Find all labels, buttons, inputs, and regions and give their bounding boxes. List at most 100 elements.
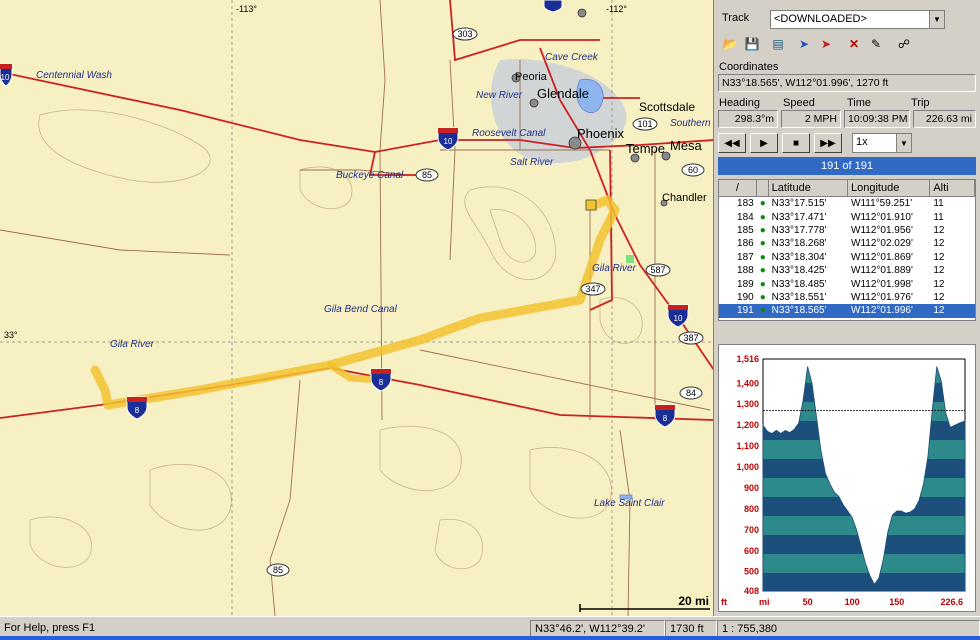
park-area [626, 255, 634, 263]
point-marker-icon: ● [759, 291, 766, 303]
row-latitude: N33°18.485' [771, 278, 827, 290]
row-longitude: W112°01.998' [851, 278, 913, 290]
point-marker-icon: ● [759, 265, 766, 277]
edit-icon[interactable]: ✎ [865, 34, 887, 54]
fast-forward-icon[interactable]: ▶▶ [814, 133, 842, 153]
row-altitude: 12 [933, 305, 945, 317]
latitude-label: 33° [4, 330, 18, 340]
x-tick-label: 100 [845, 597, 860, 607]
row-latitude: N33°17.778' [771, 224, 827, 236]
city-mesa: Mesa [670, 138, 702, 153]
rewind-icon[interactable]: ◀◀ [718, 133, 746, 153]
progress-bar: 191 of 191 [718, 157, 976, 175]
table-row[interactable]: 185 ● N33°17.778' W112°01.956' 12 [719, 224, 975, 237]
point-marker-icon: ● [759, 211, 766, 223]
table-row[interactable]: 189 ● N33°18.485' W112°01.998' 12 [719, 277, 975, 290]
row-index: 185 [737, 224, 754, 236]
progress-text: 191 of 191 [821, 160, 873, 172]
receive-icon[interactable]: ➤ [815, 34, 837, 54]
row-latitude: N33°18.551' [771, 291, 827, 303]
table-row[interactable]: 187 ● N33°18.304' W112°01.869' 12 [719, 251, 975, 264]
column-header-altitude[interactable]: Alti [930, 180, 975, 197]
row-longitude: W112°01.996' [851, 305, 913, 317]
y-tick-label: 800 [744, 504, 759, 514]
svg-text:10: 10 [444, 137, 453, 146]
table-row[interactable]: 183 ● N33°17.515' W111°59.251' 11 [719, 197, 975, 210]
trip-field: 226.63 mi [913, 110, 976, 128]
row-index: 184 [737, 211, 754, 223]
cursor-coordinates: N33°46.2', W112°39.2' [530, 620, 665, 637]
chevron-down-icon[interactable]: ▼ [929, 11, 944, 28]
svg-text:587: 587 [650, 265, 665, 275]
save-icon[interactable]: 💾 [741, 34, 763, 54]
x-tick-label: 50 [803, 597, 813, 607]
map-scale-ratio: 1 : 755,380 [717, 620, 980, 637]
svg-text:60: 60 [688, 165, 698, 175]
row-altitude: 12 [933, 238, 945, 250]
stop-icon[interactable]: ■ [782, 133, 810, 153]
coordinates-field: N33°18.565', W112°01.996', 1270 ft [718, 74, 976, 92]
row-altitude: 12 [933, 224, 945, 236]
y-tick-label: 900 [744, 483, 759, 493]
row-longitude: W112°01.956' [851, 224, 913, 236]
svg-text:85: 85 [273, 565, 283, 575]
chevron-down-icon[interactable]: ▼ [896, 134, 911, 152]
trackpoint-table[interactable]: / Latitude Longitude Alti 183 ● N33°17.515… [718, 179, 976, 321]
column-header-spacer [756, 180, 769, 197]
column-header-latitude[interactable]: Latitude [768, 180, 849, 197]
water-salt-river: Salt River [510, 157, 554, 168]
point-marker-icon: ● [759, 278, 766, 290]
y-tick-label: 600 [744, 546, 759, 556]
row-altitude: 12 [933, 291, 945, 303]
point-marker-icon: ● [759, 224, 766, 236]
column-header-index[interactable]: / [719, 180, 757, 197]
start-flag [585, 199, 597, 211]
row-latitude: N33°18.565' [771, 305, 827, 317]
profile-icon[interactable]: ▤ [767, 34, 789, 54]
heading-field: 298.3°m [718, 110, 778, 128]
play-icon[interactable]: ▶ [750, 133, 778, 153]
taskbar [0, 636, 980, 640]
svg-text:8: 8 [379, 378, 384, 387]
water-cave-creek: Cave Creek [545, 52, 598, 63]
cursor-elevation: 1730 ft [665, 620, 717, 637]
svg-text:303: 303 [457, 29, 472, 39]
longitude-label: -113° [236, 4, 257, 14]
column-header-longitude[interactable]: Longitude [848, 180, 931, 197]
city-chandler: Chandler [662, 192, 707, 204]
table-row[interactable]: 186 ● N33°18.268' W112°02.029' 12 [719, 237, 975, 250]
heading-label: Heading [719, 97, 760, 109]
longitude-label: -112° [606, 4, 627, 14]
playback-speed-select[interactable]: 1x ▼ [852, 133, 912, 153]
y-tick-label: 1,516 [736, 354, 759, 364]
city-tempe: Tempe [626, 141, 666, 156]
help-text: For Help, press F1 [4, 622, 96, 634]
table-row[interactable]: 190 ● N33°18.551' W112°01.976' 12 [719, 291, 975, 304]
map-view[interactable]: 10 8 8 8 10 10 303 85 85 101 60 587 347 … [0, 0, 714, 616]
row-altitude: 11 [933, 211, 944, 223]
table-row[interactable]: 184 ● N33°17.471' W112°01.910' 11 [719, 210, 975, 223]
city-scottsdale: Scottsdale [639, 100, 696, 114]
water-gila-river: Gila River [110, 339, 154, 350]
speed-label: Speed [783, 97, 815, 109]
row-longitude: W112°01.910' [851, 211, 913, 223]
y-tick-label: 1,300 [736, 399, 759, 409]
delete-icon[interactable]: ✕ [843, 34, 865, 54]
track-select[interactable]: <DOWNLOADED> ▼ [770, 10, 945, 29]
send-icon[interactable]: ➤ [793, 34, 815, 54]
row-latitude: N33°18.268' [771, 238, 827, 250]
table-row[interactable]: 191 ● N33°18.565' W112°01.996' 12 [719, 304, 975, 318]
y-tick-label: 500 [744, 567, 759, 577]
row-altitude: 12 [933, 251, 945, 263]
open-folder-icon[interactable]: 📂 [719, 34, 741, 54]
binoculars-icon[interactable]: ☍ [893, 34, 915, 54]
y-axis-label: ft [721, 597, 727, 607]
y-tick-label: 700 [744, 525, 759, 535]
row-longitude: W112°01.976' [851, 291, 913, 303]
time-label: Time [847, 97, 872, 109]
svg-text:101: 101 [637, 119, 652, 129]
app-window: 10 8 8 8 10 10 303 85 85 101 60 587 347 … [0, 0, 980, 640]
table-row[interactable]: 188 ● N33°18.425' W112°01.889' 12 [719, 264, 975, 277]
svg-text:387: 387 [683, 333, 698, 343]
svg-text:8: 8 [663, 414, 668, 423]
